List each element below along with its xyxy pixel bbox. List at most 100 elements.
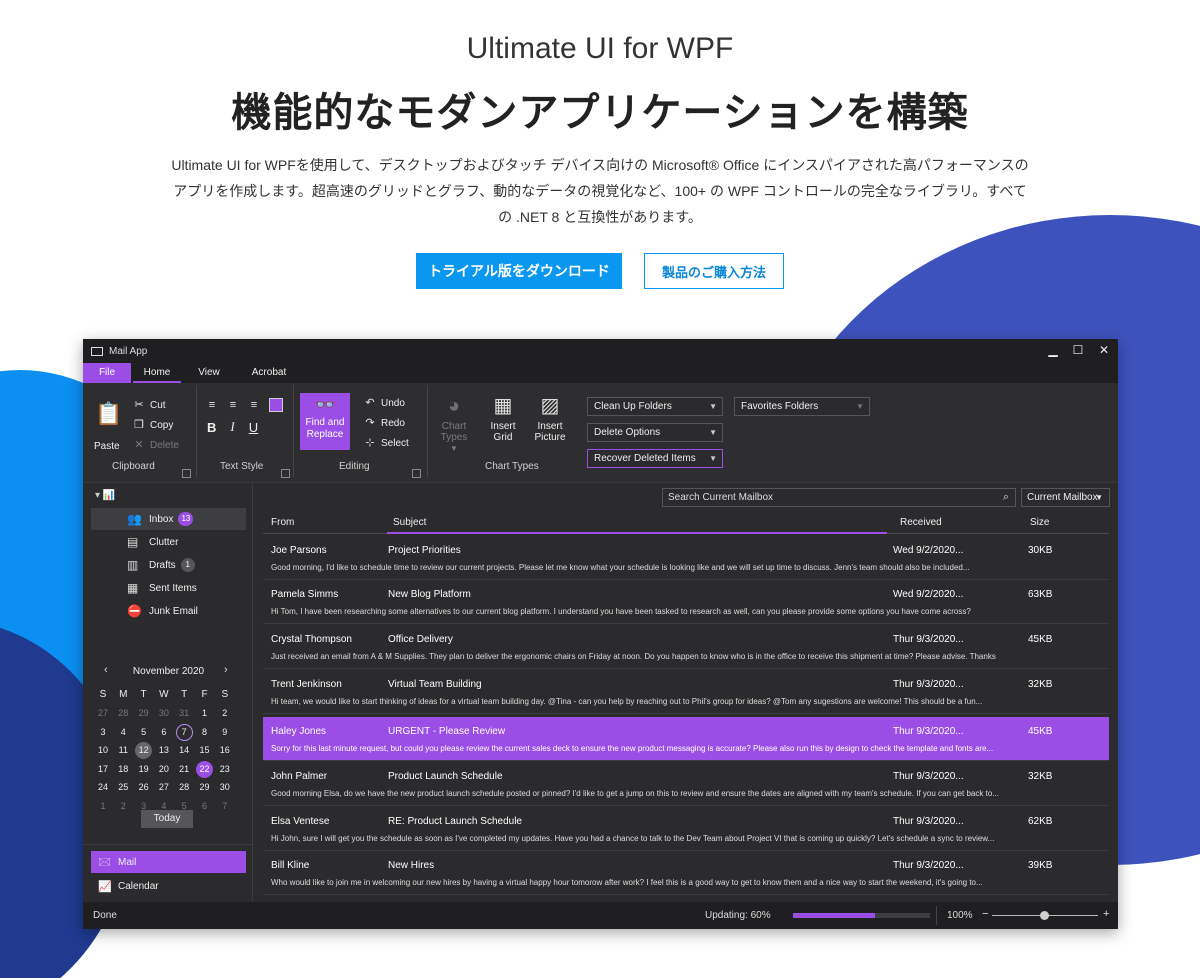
clean-up-folders-dropdown[interactable]: Clean Up Folders ▼ [587,397,723,416]
find-replace-button[interactable]: 👓 Find and Replace [300,393,350,450]
calendar-day[interactable]: 26 [134,778,154,796]
undo-button[interactable]: ↶ Undo [364,397,405,409]
calendar-day[interactable]: 25 [113,778,133,796]
calendar-day[interactable]: 14 [174,741,194,759]
nav-calendar[interactable]: 📈 Calendar [91,875,246,897]
calendar-day[interactable]: 1 [195,704,215,722]
delete-button[interactable]: ✕ Delete [133,439,179,451]
select-button[interactable]: ⊹ Select [364,437,408,449]
mail-tree-root[interactable]: ▾ 📊 [95,490,115,501]
email-row[interactable]: John Palmer Product Launch Schedule Thur 9… [263,762,1109,806]
align-right-icon[interactable]: ≡ [248,399,260,411]
recover-deleted-items-dropdown[interactable]: Recover Deleted Items ▼ [587,449,723,468]
calendar-day[interactable]: 19 [134,760,154,778]
nav-mail[interactable]: 🖂 Mail [91,851,246,873]
mailbox-scope-dropdown[interactable]: Current Mailbox ▼ [1021,488,1110,507]
calendar-day[interactable]: 21 [174,760,194,778]
calendar-day[interactable]: 2 [215,704,235,722]
calendar-day[interactable]: 18 [113,760,133,778]
email-row[interactable]: Elsa Ventese RE: Product Launch Schedule T… [263,807,1109,851]
calendar-day[interactable]: 20 [154,760,174,778]
calendar-day[interactable]: 7 [215,797,235,815]
calendar-day[interactable]: 16 [215,741,235,759]
paste-button[interactable]: Paste [94,441,120,452]
close-button[interactable]: ✕ [1097,343,1111,357]
calendar-day[interactable]: 10 [93,741,113,759]
calendar-day[interactable]: 13 [154,741,174,759]
copy-button[interactable]: ❐ Copy [133,419,173,431]
calendar-day[interactable]: 11 [113,741,133,759]
folder-inbox[interactable]: 👥 Inbox 13 [91,508,246,530]
calendar-day[interactable]: 28 [174,778,194,796]
align-left-icon[interactable]: ≡ [206,399,218,411]
zoom-in-button[interactable]: + [1103,908,1109,920]
calendar-day[interactable]: 23 [215,760,235,778]
calendar-day[interactable]: 31 [174,704,194,722]
paste-icon[interactable]: 📋 [95,401,122,427]
folder-drafts[interactable]: ▥ Drafts 1 [91,554,246,576]
zoom-out-button[interactable]: − [982,908,988,920]
calendar-day[interactable]: 2 [113,797,133,815]
calendar-day[interactable]: 6 [154,723,174,741]
calendar-day[interactable]: 7 [174,723,194,741]
calendar-next-button[interactable]: › [224,664,228,676]
calendar-day[interactable]: 24 [93,778,113,796]
clipboard-expander-icon[interactable] [182,469,191,478]
calendar-day[interactable]: 9 [215,723,235,741]
search-icon[interactable]: ⌕ [1003,489,1009,506]
search-input[interactable]: Search Current Mailbox ⌕ [662,488,1016,507]
column-subject[interactable]: Subject [393,517,426,528]
email-row[interactable]: Crystal Thompson Office Delivery Thur 9/3/… [263,625,1109,669]
cut-button[interactable]: ✂ Cut [133,399,165,411]
align-center-icon[interactable]: ≡ [227,399,239,411]
calendar-day[interactable]: 17 [93,760,113,778]
email-row[interactable]: Trent Jenkinson Virtual Team Building Thur… [263,670,1109,714]
redo-button[interactable]: ↷ Redo [364,417,405,429]
today-button[interactable]: Today [141,810,193,828]
editing-expander-icon[interactable] [412,469,421,478]
calendar-day[interactable]: 27 [154,778,174,796]
bold-button[interactable]: B [207,420,216,435]
favorites-folders-dropdown[interactable]: Favorites Folders ▼ [734,397,870,416]
text-style-expander-icon[interactable] [281,469,290,478]
column-from[interactable]: From [271,517,294,528]
calendar-day[interactable]: 15 [195,741,215,759]
calendar-day[interactable]: 27 [93,704,113,722]
tab-acrobat[interactable]: Acrobat [243,363,295,383]
calendar-day[interactable]: 22 [195,760,215,778]
folder-junk-email[interactable]: ⛔ Junk Email [91,600,246,622]
download-trial-button[interactable]: トライアル版をダウンロード [416,253,622,289]
chart-types-button[interactable]: ◕ Chart Types ▼ [434,395,474,454]
maximize-button[interactable]: ☐ [1071,343,1085,357]
column-size[interactable]: Size [1030,517,1049,528]
calendar-day[interactable]: 28 [113,704,133,722]
zoom-slider-thumb[interactable] [1040,911,1049,920]
purchase-button[interactable]: 製品のご購入方法 [644,253,784,289]
calendar-day[interactable]: 1 [93,797,113,815]
calendar-day[interactable]: 6 [195,797,215,815]
minimize-button[interactable]: ▁ [1046,343,1060,357]
calendar-day[interactable]: 5 [134,723,154,741]
insert-picture-button[interactable]: ▨ Insert Picture [530,395,570,443]
calendar-day[interactable]: 3 [93,723,113,741]
calendar-day[interactable]: 30 [215,778,235,796]
insert-grid-button[interactable]: ▦ Insert Grid [483,395,523,443]
delete-options-dropdown[interactable]: Delete Options ▼ [587,423,723,442]
calendar-day[interactable]: 30 [154,704,174,722]
folder-clutter[interactable]: ▤ Clutter [91,531,246,553]
email-row[interactable]: Haley Jones URGENT - Please Review Thur 9/… [263,717,1109,761]
email-row[interactable]: Pamela Simms New Blog Platform Wed 9/2/202… [263,580,1109,624]
tab-file[interactable]: File [83,363,131,383]
calendar-day[interactable]: 8 [195,723,215,741]
tab-view[interactable]: View [187,363,231,383]
email-row[interactable]: Bill Kline New Hires Thur 9/3/2020... 39KB W… [263,851,1109,895]
email-row[interactable]: Joe Parsons Project Priorities Wed 9/2/202… [263,536,1109,580]
calendar-day[interactable]: 4 [113,723,133,741]
tab-home[interactable]: Home [133,363,181,383]
column-received[interactable]: Received [900,517,942,528]
align-justify-icon[interactable] [269,398,283,412]
folder-sent-items[interactable]: ▦ Sent Items [91,577,246,599]
italic-button[interactable]: I [230,419,234,435]
calendar-day[interactable]: 12 [134,741,154,759]
calendar-day[interactable]: 29 [134,704,154,722]
